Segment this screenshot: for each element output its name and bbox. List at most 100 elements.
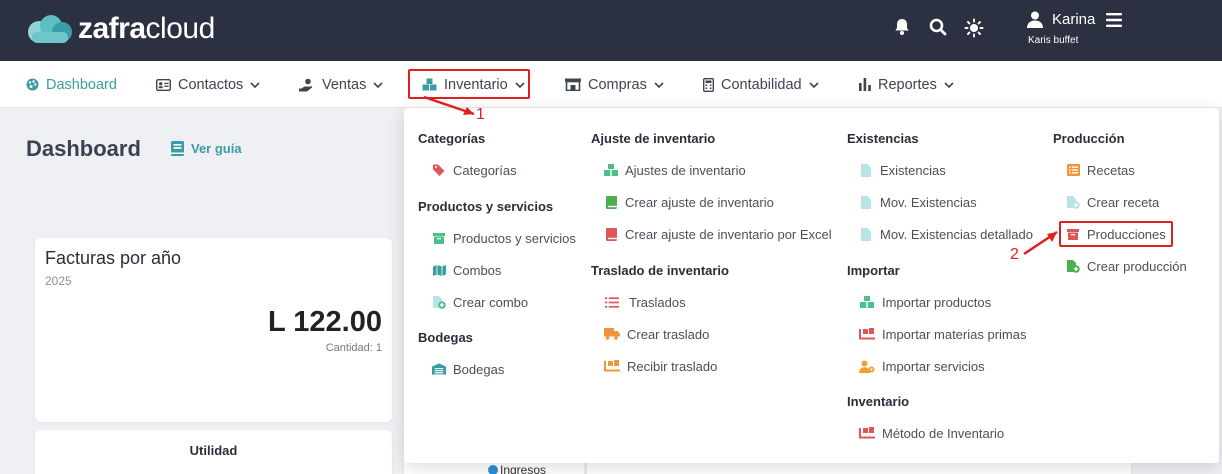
menu-metodo-inventario[interactable]: Método de Inventario [859,424,1004,442]
menu-categorias[interactable]: Categorías [432,161,517,179]
menu-label: Bodegas [453,361,505,377]
section-ajuste: Ajuste de inventario [591,131,716,146]
box-icon [432,231,446,245]
sun-icon[interactable] [964,18,984,38]
menu-mov-existencias[interactable]: Mov. Existencias [859,193,977,211]
section-bodegas: Bodegas [418,330,473,345]
card-year: 2025 [45,274,72,288]
section-inventario: Inventario [847,394,910,409]
menu-crear-combo[interactable]: Crear combo [432,293,528,311]
nav-label: Dashboard [46,76,117,93]
dolly-icon [859,426,875,440]
nav-label: Compras [588,76,647,93]
card-title: Utilidad [189,443,238,458]
nav-reportes[interactable]: Reportes [859,61,954,108]
menu-ajustes-inventario[interactable]: Ajustes de inventario [604,161,746,179]
chevron-down-icon [250,81,260,88]
section-importar: Importar [847,263,900,278]
menu-label: Importar servicios [882,358,985,374]
boxes-icon [859,295,875,309]
menu-crear-produccion[interactable]: Crear producción [1066,257,1187,275]
legend-ingresos: Ingresos [500,463,547,474]
dolly-icon [859,327,875,341]
legend-dot [488,465,498,474]
menu-label: Productos y servicios [453,230,576,246]
file-add-icon [1066,259,1080,273]
menu-recibir-traslado[interactable]: Recibir traslado [604,357,717,375]
annotation-step-2: 2 [1010,246,1019,263]
warehouse-icon [432,362,446,376]
page-title: Dashboard [26,136,141,161]
menu-label: Crear ajuste de inventario [625,194,774,210]
book-icon [604,227,618,241]
menu-traslados[interactable]: Traslados [605,293,686,311]
nav-dashboard[interactable]: Dashboard [26,61,117,108]
logo-text: zafracloud [78,12,215,45]
menu-crear-traslado[interactable]: Crear traslado [604,325,709,343]
inventario-highlight-box [408,69,530,99]
nav-compras[interactable]: Compras [565,61,664,108]
nav-contactos[interactable]: Contactos [156,61,260,108]
section-produccion: Producción [1053,131,1125,146]
menu-existencias[interactable]: Existencias [859,161,946,179]
menu-label: Recibir traslado [627,358,718,374]
menu-label: Recetas [1087,162,1135,178]
main-nav: Dashboard Contactos Ventas Inventario Co… [0,61,1222,108]
section-existencias: Existencias [847,131,919,146]
menu-crear-ajuste-excel[interactable]: Crear ajuste de inventario por Excel [604,225,832,243]
menu-label: Traslados [629,294,686,310]
menu-bodegas[interactable]: Bodegas [432,360,504,378]
menu-label: Crear ajuste de inventario por Excel [625,226,832,242]
file-icon [859,163,873,177]
calculator-icon [703,77,714,92]
bell-icon[interactable] [892,17,912,37]
menu-mov-existencias-detallado[interactable]: Mov. Existencias detallado [859,225,1033,243]
nav-ventas[interactable]: Ventas [299,61,383,108]
menu-label: Crear traslado [627,326,710,342]
palette-icon [26,78,39,91]
contact-card-icon [156,78,171,91]
menu-importar-materias-primas[interactable]: Importar materias primas [859,325,1026,343]
truck-icon [604,327,620,341]
menu-crear-ajuste[interactable]: Crear ajuste de inventario [604,193,774,211]
book-icon [171,141,184,156]
chevron-down-icon [654,81,664,88]
hamburger-menu-icon[interactable] [1106,13,1122,27]
chevron-down-icon [944,81,954,88]
guide-link[interactable]: Ver guía [171,141,242,156]
menu-label: Importar materias primas [882,326,1027,342]
file-add-icon [432,295,446,309]
cloud-logo-icon [28,15,72,43]
nav-label: Contactos [178,76,244,93]
menu-combos[interactable]: Combos [432,261,501,279]
menu-label: Ajustes de inventario [625,162,746,178]
logo[interactable]: zafracloud [26,12,215,46]
nav-contabilidad[interactable]: Contabilidad [703,61,819,108]
facturas-card: Facturas por año 2025 L 122.00 Cantidad:… [35,238,392,422]
section-productos: Productos y servicios [418,199,554,214]
menu-crear-receta[interactable]: Crear receta [1066,193,1159,211]
menu-label: Crear receta [1087,194,1160,210]
nav-label: Contabilidad [721,76,802,93]
section-traslado: Traslado de inventario [591,263,729,278]
menu-label: Importar productos [882,294,992,310]
list-icon [605,295,619,309]
inventario-dropdown: Categorías Categorías Productos y servic… [404,108,1219,463]
file-icon [859,195,873,209]
menu-label: Crear producción [1087,258,1187,274]
menu-label: Crear combo [453,294,529,310]
menu-label: Categorías [453,162,517,178]
menu-recetas[interactable]: Recetas [1066,161,1135,179]
menu-productos-servicios[interactable]: Productos y servicios [432,229,576,247]
chevron-down-icon [373,81,383,88]
list-alt-icon [1066,163,1080,177]
hand-coin-icon [299,78,315,92]
menu-importar-servicios[interactable]: Importar servicios [859,357,985,375]
store-icon [565,78,581,91]
search-icon[interactable] [928,17,948,37]
menu-importar-productos[interactable]: Importar productos [859,293,991,311]
menu-label: Método de Inventario [882,425,1005,441]
user-gear-icon [859,359,875,373]
section-categorias: Categorías [418,131,486,146]
nav-label: Ventas [322,76,367,93]
